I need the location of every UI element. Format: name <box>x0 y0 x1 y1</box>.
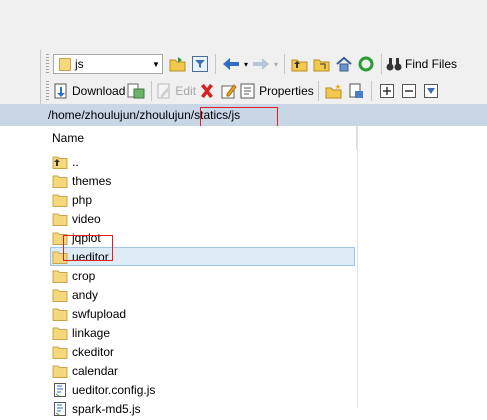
file-name: spark-md5.js <box>72 401 141 416</box>
file-icon <box>52 401 68 417</box>
filter-mask-icon[interactable] <box>420 80 442 102</box>
toolbar-separator <box>151 81 153 101</box>
folder-icon <box>52 211 68 227</box>
toolbar-separator <box>284 54 285 74</box>
expand-icon[interactable] <box>376 80 398 102</box>
left-pane-path-bar <box>0 104 40 126</box>
parent-folder-row[interactable]: .. <box>40 152 357 171</box>
folder-icon <box>52 325 68 341</box>
file-name: php <box>72 192 93 207</box>
folder-icon <box>52 287 68 303</box>
file-name: ckeditor <box>72 344 115 359</box>
download-button[interactable]: Download <box>53 80 125 102</box>
file-name: themes <box>72 173 112 188</box>
new-file-icon[interactable] <box>345 80 367 102</box>
root-folder-icon[interactable] <box>311 53 333 75</box>
home-icon[interactable] <box>333 53 355 75</box>
edit-button[interactable]: Edit <box>156 80 196 102</box>
refresh-icon[interactable] <box>355 53 377 75</box>
folder-combo[interactable]: js ▼ <box>53 54 163 74</box>
folder-icon <box>52 192 68 208</box>
file-name: swfupload <box>72 306 127 321</box>
file-list-pane: Name .. themes php video jqplot ueditor crop an… <box>40 126 487 416</box>
file-name: linkage <box>72 325 111 340</box>
folder-row[interactable]: video <box>40 209 357 228</box>
find-files-button[interactable]: Find Files <box>386 53 457 75</box>
toolbar-grip[interactable] <box>46 54 49 74</box>
file-icon <box>52 382 68 398</box>
folder-icon <box>52 268 68 284</box>
file-name: ueditor.config.js <box>72 382 156 397</box>
forward-dropdown-icon[interactable]: ▾ <box>272 53 280 75</box>
rename-icon[interactable] <box>218 80 240 102</box>
folder-icon <box>59 57 71 71</box>
new-folder-icon[interactable] <box>323 80 345 102</box>
navigation-toolbar: js ▼ ▾ ▾ Find Files <box>44 51 457 77</box>
properties-button[interactable]: Properties <box>240 80 314 102</box>
folder-row[interactable]: themes <box>40 171 357 190</box>
path-prefix: /home/zhoulujun/zhoulujun <box>48 108 191 122</box>
binoculars-icon <box>386 58 402 71</box>
toolbar-separator <box>215 54 216 74</box>
back-dropdown-icon[interactable]: ▾ <box>242 53 250 75</box>
folder-row[interactable]: calendar <box>40 361 357 380</box>
edit-label: Edit <box>175 84 197 98</box>
delete-icon[interactable] <box>196 80 218 102</box>
file-row[interactable]: ueditor.config.js <box>40 380 357 399</box>
folder-row[interactable]: crop <box>40 266 357 285</box>
folder-row[interactable]: php <box>40 190 357 209</box>
toolbar-separator <box>381 54 382 74</box>
properties-label: Properties <box>259 84 314 98</box>
collapse-icon[interactable] <box>398 80 420 102</box>
folder-icon <box>52 306 68 322</box>
column-header-name[interactable]: Name <box>40 126 357 150</box>
folder-row[interactable]: ckeditor <box>40 342 357 361</box>
column-divider <box>357 126 358 408</box>
file-name: .. <box>72 154 79 169</box>
forward-arrow-icon[interactable] <box>250 53 272 75</box>
file-name: video <box>72 211 101 226</box>
parent-folder-icon[interactable] <box>289 53 311 75</box>
toolbar-separator <box>370 81 372 101</box>
folder-row[interactable]: linkage <box>40 323 357 342</box>
download-label: Download <box>72 84 126 98</box>
open-folder-icon[interactable] <box>167 53 189 75</box>
file-name: andy <box>72 287 99 302</box>
download-as-icon[interactable] <box>125 80 147 102</box>
left-pane <box>0 104 41 408</box>
chevron-down-icon[interactable]: ▼ <box>150 60 162 69</box>
folder-icon <box>52 173 68 189</box>
file-name: calendar <box>72 363 119 378</box>
toolbar-grip[interactable] <box>46 81 49 101</box>
folder-row[interactable]: andy <box>40 285 357 304</box>
file-row[interactable]: spark-md5.js <box>40 399 357 418</box>
download-icon <box>54 83 67 99</box>
folder-row[interactable]: swfupload <box>40 304 357 323</box>
find-files-label: Find Files <box>405 57 458 71</box>
back-arrow-icon[interactable] <box>220 53 242 75</box>
parent-folder-icon <box>52 154 68 170</box>
edit-icon <box>157 83 171 99</box>
filter-icon[interactable] <box>189 53 211 75</box>
properties-icon <box>240 83 255 99</box>
folder-icon <box>52 363 68 379</box>
file-name: crop <box>72 268 96 283</box>
folder-icon <box>52 344 68 360</box>
file-actions-toolbar: Download Edit Properties <box>44 78 442 104</box>
window-top-area <box>0 0 487 50</box>
column-header-label: Name <box>52 131 85 145</box>
pane-divider <box>40 50 41 104</box>
toolbar-separator <box>317 81 319 101</box>
file-list: .. themes php video jqplot ueditor crop andy swf… <box>40 152 357 418</box>
folder-combo-value: js <box>75 57 84 71</box>
annotation-box-ueditor <box>63 235 113 261</box>
